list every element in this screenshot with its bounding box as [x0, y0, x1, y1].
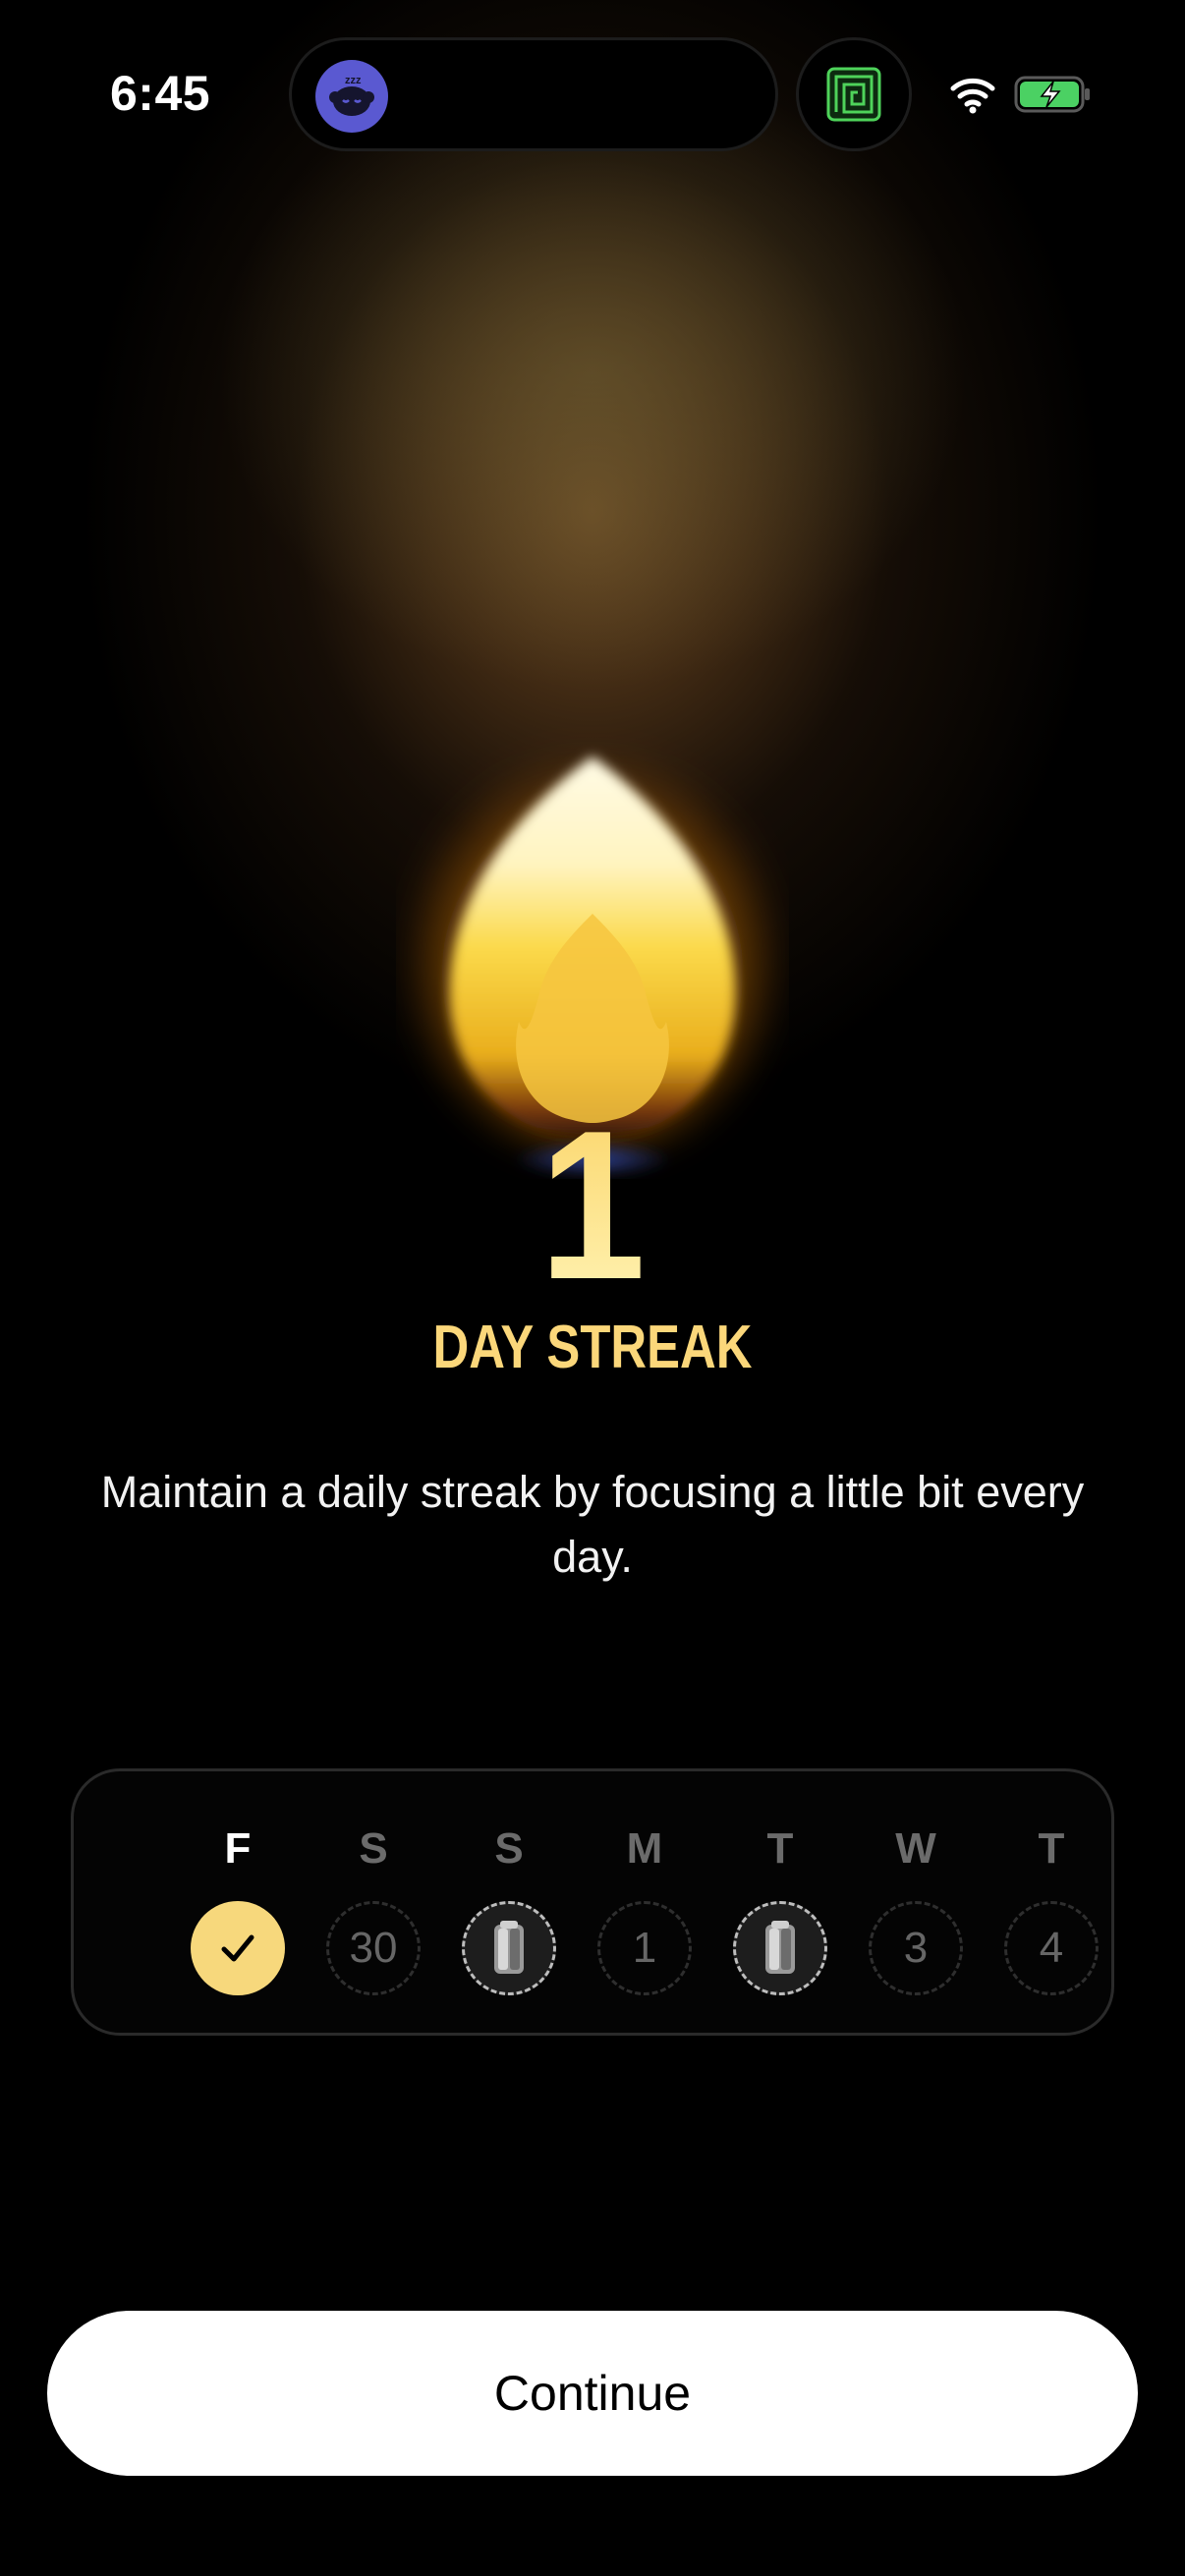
day-column: S [460, 1822, 558, 1995]
maze-app-indicator[interactable] [796, 37, 912, 151]
sleeping-monster-icon[interactable]: zzz [315, 60, 388, 133]
day-date-circle: 3 [869, 1901, 963, 1995]
day-date-circle: 1 [597, 1901, 692, 1995]
day-letter: T [1038, 1824, 1065, 1873]
day-column: T [731, 1822, 829, 1995]
streak-count: 1 [416, 1098, 769, 1311]
day-letter: M [626, 1824, 663, 1873]
svg-text:zzz: zzz [345, 75, 362, 86]
streak-freeze-icon [494, 1921, 524, 1974]
day-column: M 1 [595, 1822, 694, 1995]
day-freeze-circle [733, 1901, 827, 1995]
status-time: 6:45 [110, 66, 211, 121]
day-letter: F [224, 1824, 252, 1873]
wifi-icon [950, 78, 995, 114]
day-letter: S [494, 1824, 524, 1873]
battery-charging-icon [1014, 76, 1090, 113]
streak-label: DAY STREAK [432, 1314, 753, 1381]
streak-description: Maintain a daily streak by focusing a li… [100, 1467, 1085, 1582]
day-column: W 3 [867, 1822, 965, 1995]
dynamic-island[interactable]: zzz [289, 37, 778, 151]
week-streak-card: F S 30 S M 1 T W 3 T 4 [71, 1768, 1114, 2036]
checkmark-icon [221, 1934, 254, 1962]
day-date-circle: 30 [326, 1901, 421, 1995]
day-letter: T [766, 1824, 794, 1873]
day-freeze-circle [462, 1901, 556, 1995]
day-checked-circle [191, 1901, 285, 1995]
streak-freeze-icon [765, 1921, 795, 1974]
day-letter: W [895, 1824, 936, 1873]
day-date-circle: 4 [1004, 1901, 1099, 1995]
day-column: T 4 [1002, 1822, 1100, 1995]
maze-icon [826, 67, 881, 122]
day-column: S 30 [324, 1822, 423, 1995]
day-letter: S [359, 1824, 388, 1873]
continue-button[interactable]: Continue [47, 2311, 1138, 2476]
day-column: F [189, 1822, 287, 1995]
